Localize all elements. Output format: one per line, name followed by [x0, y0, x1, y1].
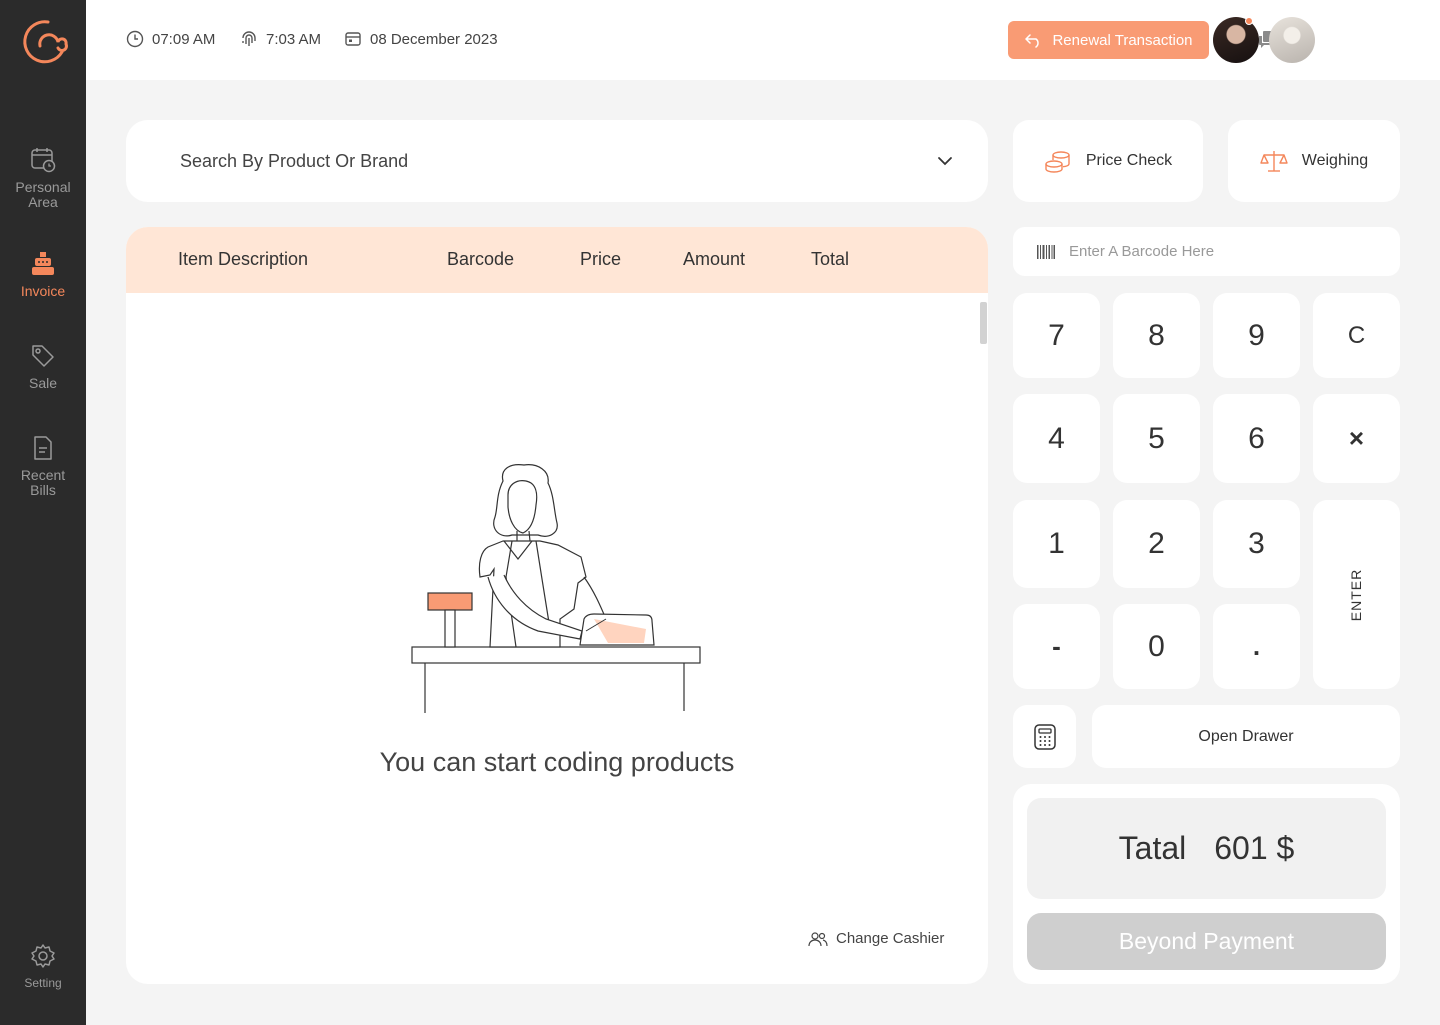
keypad-key-clear[interactable]: C — [1313, 293, 1400, 378]
keypad-key-3[interactable]: 3 — [1213, 500, 1300, 588]
total-panel: Tatal 601 $ Beyond Payment — [1013, 784, 1400, 984]
avatar[interactable] — [1269, 17, 1315, 63]
empty-state-message: You can start coding products — [379, 747, 735, 777]
sidebar-item-setting[interactable]: Setting — [0, 942, 86, 991]
invoice-table: Item Description Barcode Price Amount To… — [126, 227, 988, 984]
keypad-key-5[interactable]: 5 — [1113, 394, 1200, 483]
sidebar-item-sale[interactable]: Sale — [0, 342, 86, 391]
users-icon — [808, 931, 828, 946]
keypad-key-9[interactable]: 9 — [1213, 293, 1300, 378]
table-header: Item Description Barcode Price Amount To… — [126, 227, 988, 293]
sidebar-item-label: Recent Bills — [20, 467, 66, 498]
coins-icon — [1045, 151, 1070, 173]
barcode-input[interactable] — [1069, 243, 1369, 260]
beyond-payment-button[interactable]: Beyond Payment — [1027, 913, 1386, 970]
sidebar-item-personal-area[interactable]: Personal Area — [0, 146, 86, 210]
cash-register-icon — [32, 252, 54, 275]
keypad-key-8[interactable]: 8 — [1113, 293, 1200, 378]
calculator-button[interactable] — [1013, 705, 1076, 768]
gear-icon — [31, 944, 55, 968]
total-value: 601 $ — [1214, 830, 1295, 866]
refresh-icon — [1025, 34, 1040, 48]
sidebar-item-label: Invoice — [20, 283, 66, 299]
sidebar-item-label: Sale — [28, 375, 58, 391]
sidebar-item-label: Setting — [24, 976, 62, 990]
tag-icon — [32, 345, 54, 367]
cashier-illustration — [411, 464, 701, 713]
barcode-icon — [1037, 244, 1055, 259]
enter-label: ENTER — [1348, 568, 1365, 621]
current-date: 08 December 2023 — [344, 30, 498, 48]
renewal-transaction-button[interactable]: Renewal Transaction — [1008, 21, 1209, 59]
keypad-key-0[interactable]: 0 — [1113, 604, 1200, 689]
open-drawer-button[interactable]: Open Drawer — [1092, 705, 1400, 768]
product-search-dropdown[interactable]: Search By Product Or Brand — [126, 120, 988, 202]
column-header-total: Total — [811, 249, 850, 269]
total-label: Tatal — [1118, 830, 1187, 866]
sidebar: Personal Area Invoice Sale Recent Bills — [0, 0, 86, 1025]
keypad-key-decimal[interactable]: . — [1213, 604, 1300, 689]
keypad-key-6[interactable]: 6 — [1213, 394, 1300, 483]
search-label: Search By Product Or Brand — [180, 150, 409, 171]
current-time: 07:09 AM — [126, 30, 215, 48]
calendar-icon — [345, 32, 361, 46]
keypad-key-4[interactable]: 4 — [1013, 394, 1100, 483]
keypad-key-1[interactable]: 1 — [1013, 500, 1100, 588]
chevron-down-icon — [938, 157, 952, 166]
price-check-button[interactable]: Price Check — [1013, 120, 1203, 202]
keypad-enter-button[interactable]: ENTER — [1313, 500, 1400, 689]
keypad-key-multiply[interactable]: × — [1313, 394, 1400, 483]
keypad-key-7[interactable]: 7 — [1013, 293, 1100, 378]
column-header-item-description: Item Description — [178, 249, 309, 269]
clock-icon — [126, 30, 144, 48]
change-cashier-button[interactable]: Change Cashier — [808, 930, 944, 947]
calculator-icon — [1033, 723, 1056, 750]
fingerprint-icon — [242, 31, 256, 46]
column-header-amount: Amount — [683, 249, 746, 269]
keypad-key-2[interactable]: 2 — [1113, 500, 1200, 588]
sidebar-item-invoice[interactable]: Invoice — [0, 250, 86, 299]
brand-logo — [23, 20, 68, 64]
sidebar-item-label: Personal Area — [15, 179, 71, 210]
sidebar-item-recent-bills[interactable]: Recent Bills — [0, 434, 86, 498]
table-scrollbar[interactable] — [980, 302, 987, 344]
total-summary: Tatal 601 $ — [1027, 798, 1386, 899]
online-status-dot — [1245, 17, 1253, 25]
keypad-key-minus[interactable]: - — [1013, 604, 1100, 689]
column-header-price: Price — [580, 249, 622, 269]
avatar[interactable] — [1213, 17, 1259, 63]
column-header-barcode: Barcode — [447, 249, 515, 269]
bill-icon — [34, 436, 52, 460]
checkin-time: 7:03 AM — [240, 30, 321, 48]
barcode-field — [1013, 227, 1400, 276]
scale-icon — [1260, 151, 1288, 172]
weighing-button[interactable]: Weighing — [1228, 120, 1400, 202]
calendar-clock-icon — [31, 148, 56, 173]
